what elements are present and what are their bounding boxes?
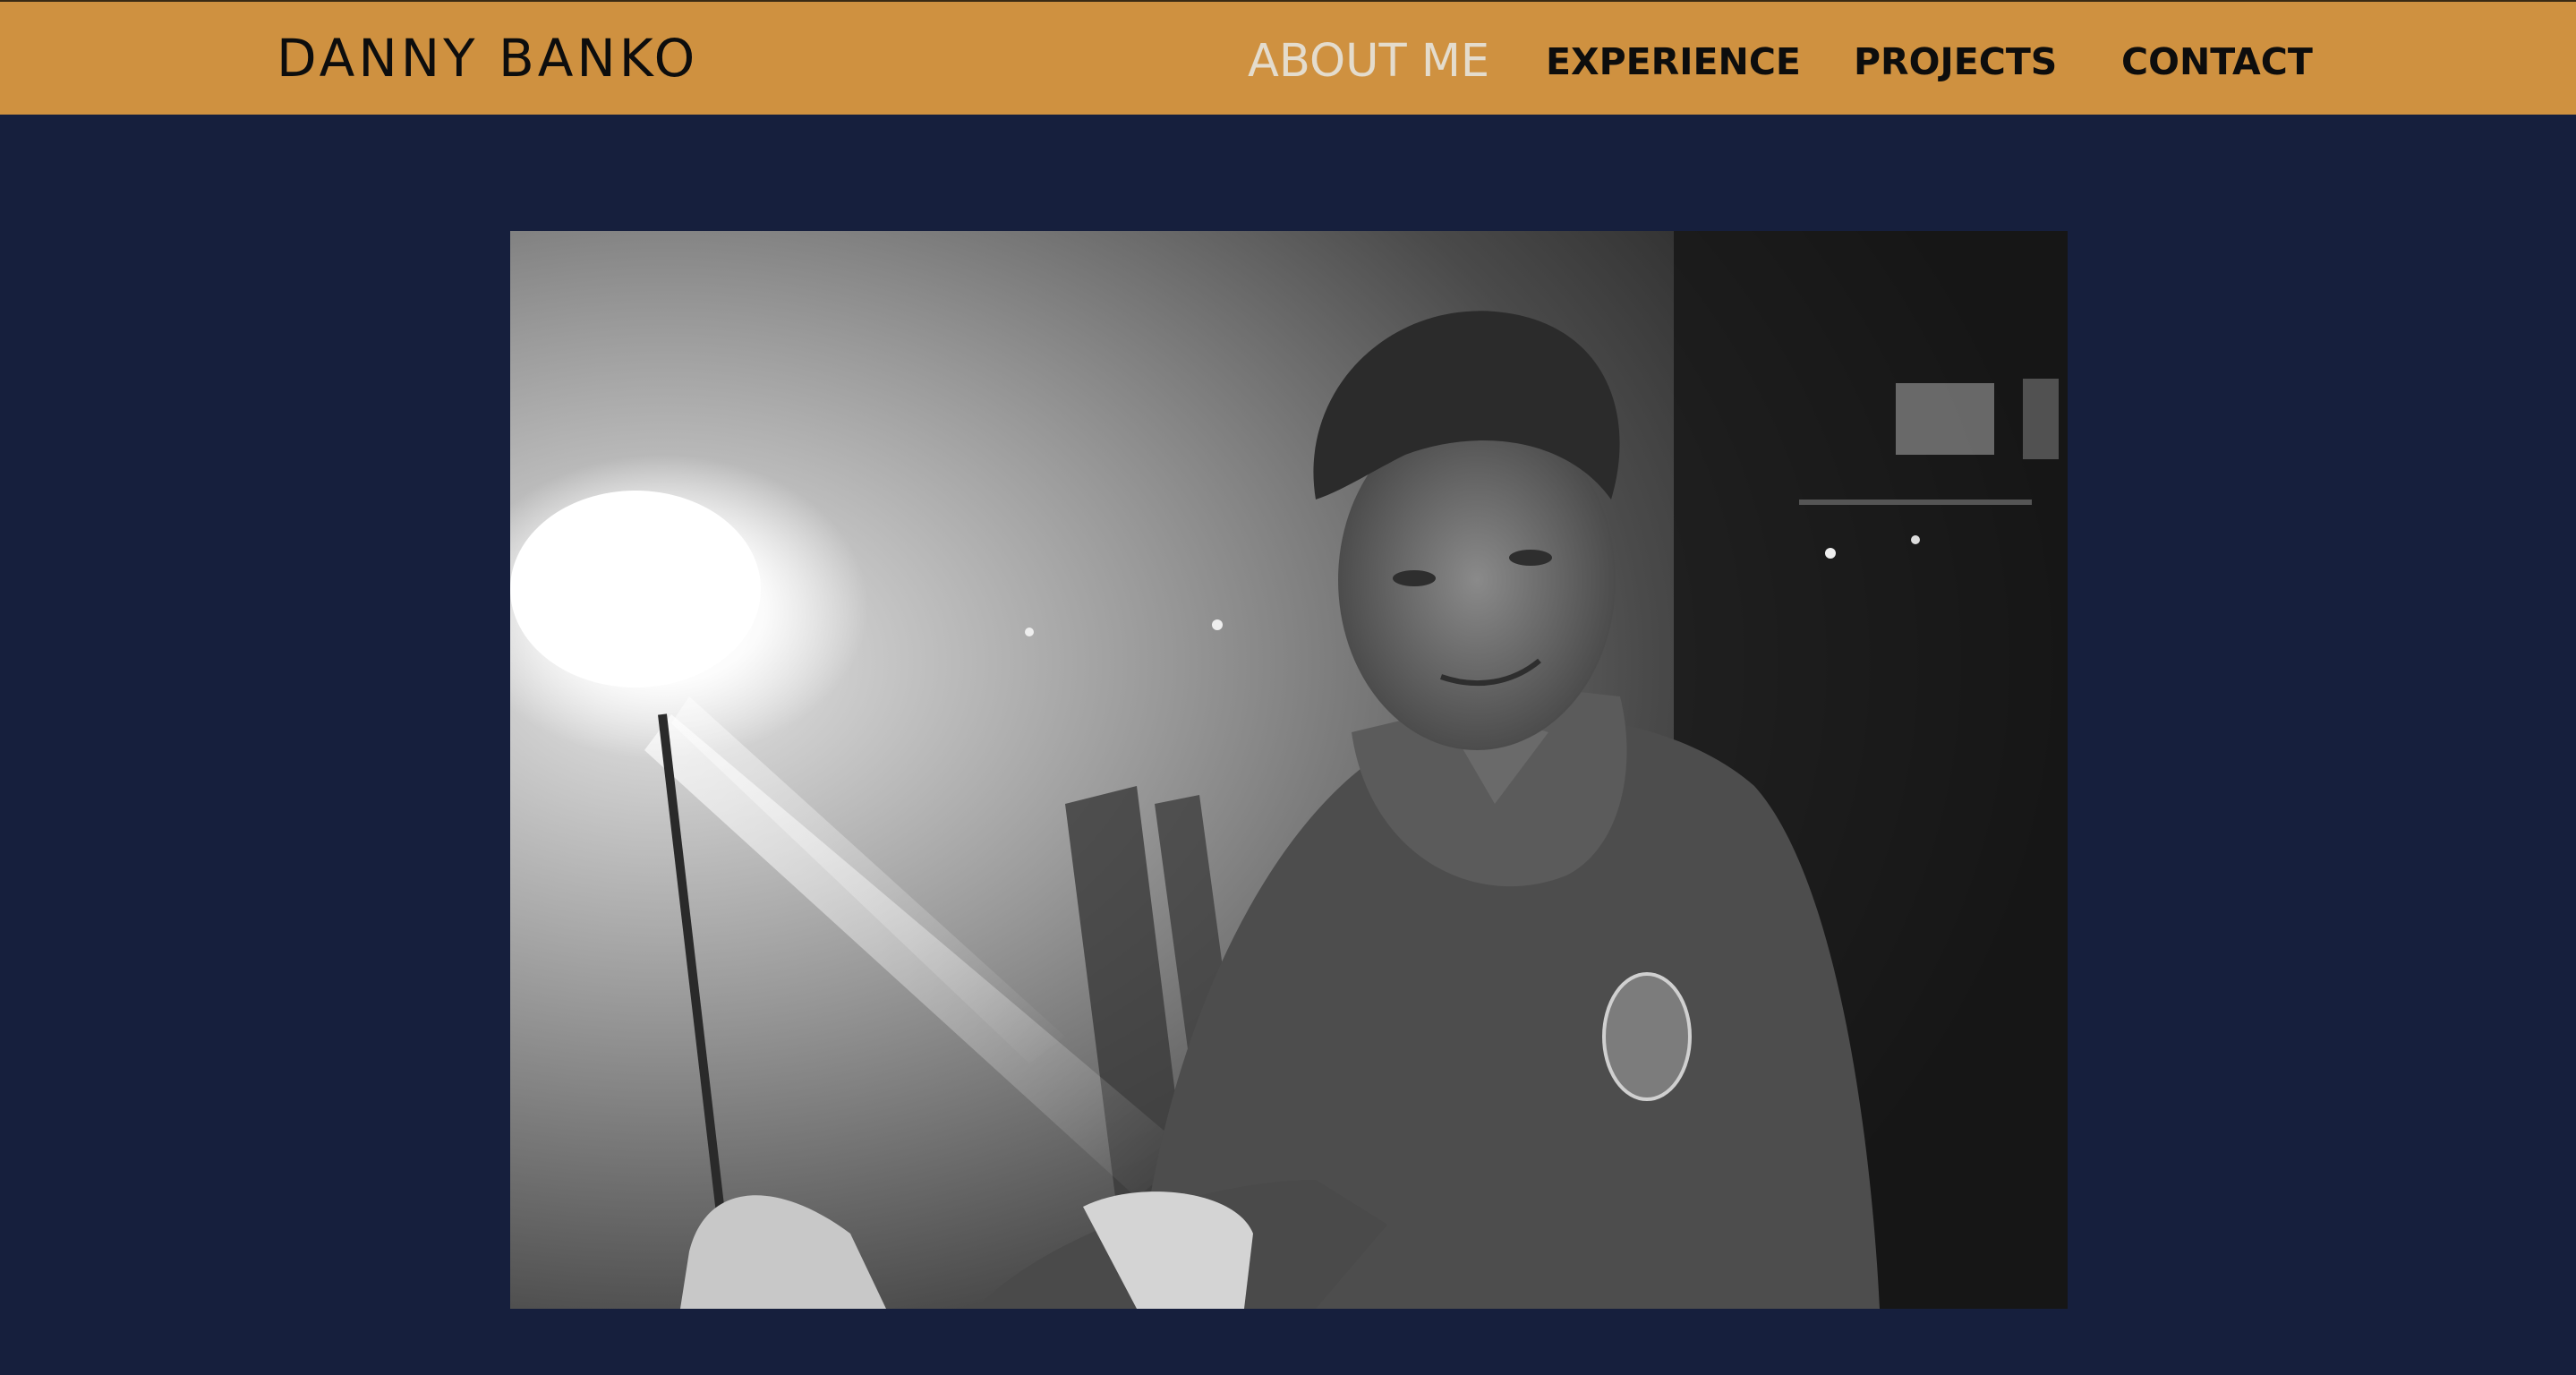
top-navbar: DANNY BANKO ABOUT ME EXPERIENCE PROJECTS…	[0, 0, 2576, 115]
profile-photo	[510, 231, 2068, 1309]
nav-menu: ABOUT ME EXPERIENCE PROJECTS CONTACT	[0, 30, 2576, 93]
nav-link-contact[interactable]: CONTACT	[2121, 30, 2313, 93]
nav-link-experience[interactable]: EXPERIENCE	[1546, 30, 1801, 93]
profile-photo-image	[510, 231, 2068, 1309]
nav-link-about-me[interactable]: ABOUT ME	[1248, 30, 1489, 93]
nav-link-projects[interactable]: PROJECTS	[1854, 30, 2057, 93]
